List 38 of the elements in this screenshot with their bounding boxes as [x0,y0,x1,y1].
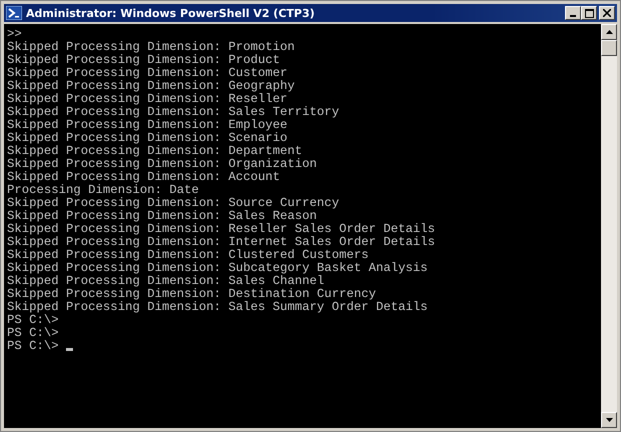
console-line: Skipped Processing Dimension: Subcategory Basket Analysis [7,262,428,275]
console-line: Skipped Processing Dimension: Reseller [7,93,288,106]
console-line: Skipped Processing Dimension: Source Currency [7,197,340,210]
console-line: Skipped Processing Dimension: Internet Sales Order Details [7,236,436,249]
scroll-thumb[interactable] [601,40,617,56]
console-line: Skipped Processing Dimension: Account [7,171,280,184]
scroll-up-button[interactable] [601,24,617,40]
console-line: Skipped Processing Dimension: Sales Reason [7,210,317,223]
console-line: Skipped Processing Dimension: Clustered Customers [7,249,369,262]
scroll-down-button[interactable] [601,412,617,428]
prompt-icon [6,6,22,20]
console-line: PS C:\> [7,340,59,353]
maximize-icon [584,8,594,18]
window-title: Administrator: Windows PowerShell V2 (CTP3) [26,6,316,20]
console-line: Skipped Processing Dimension: Product [7,54,280,67]
minimize-button[interactable] [565,6,581,20]
down-arrow-icon [606,418,612,422]
console-line: Skipped Processing Dimension: Sales Territory [7,106,340,119]
console-line: PS C:\> [7,327,59,340]
console-line: Skipped Processing Dimension: Scenario [7,132,288,145]
console-line: Skipped Processing Dimension: Geography [7,80,295,93]
console-line: Skipped Processing Dimension: Organization [7,158,317,171]
console-line: Skipped Processing Dimension: Sales Channel [7,275,324,288]
console-line: Skipped Processing Dimension: Sales Summary Order Details [7,301,428,314]
close-icon [603,9,611,17]
console-line: >> [7,28,22,41]
up-arrow-icon [606,30,612,34]
console-line: Skipped Processing Dimension: Department [7,145,302,158]
console-line: Processing Dimension: Date [7,184,199,197]
console-line: Skipped Processing Dimension: Customer [7,67,288,80]
console-line: Skipped Processing Dimension: Reseller Sales Order Details [7,223,436,236]
console-line: Skipped Processing Dimension: Employee [7,119,288,132]
vertical-scrollbar[interactable] [601,24,617,428]
maximize-button[interactable] [581,6,597,20]
console-line: PS C:\> [7,314,59,327]
console-line: Skipped Processing Dimension: Promotion [7,41,295,54]
console-line: Skipped Processing Dimension: Destination Currency [7,288,376,301]
close-button[interactable] [599,6,615,20]
